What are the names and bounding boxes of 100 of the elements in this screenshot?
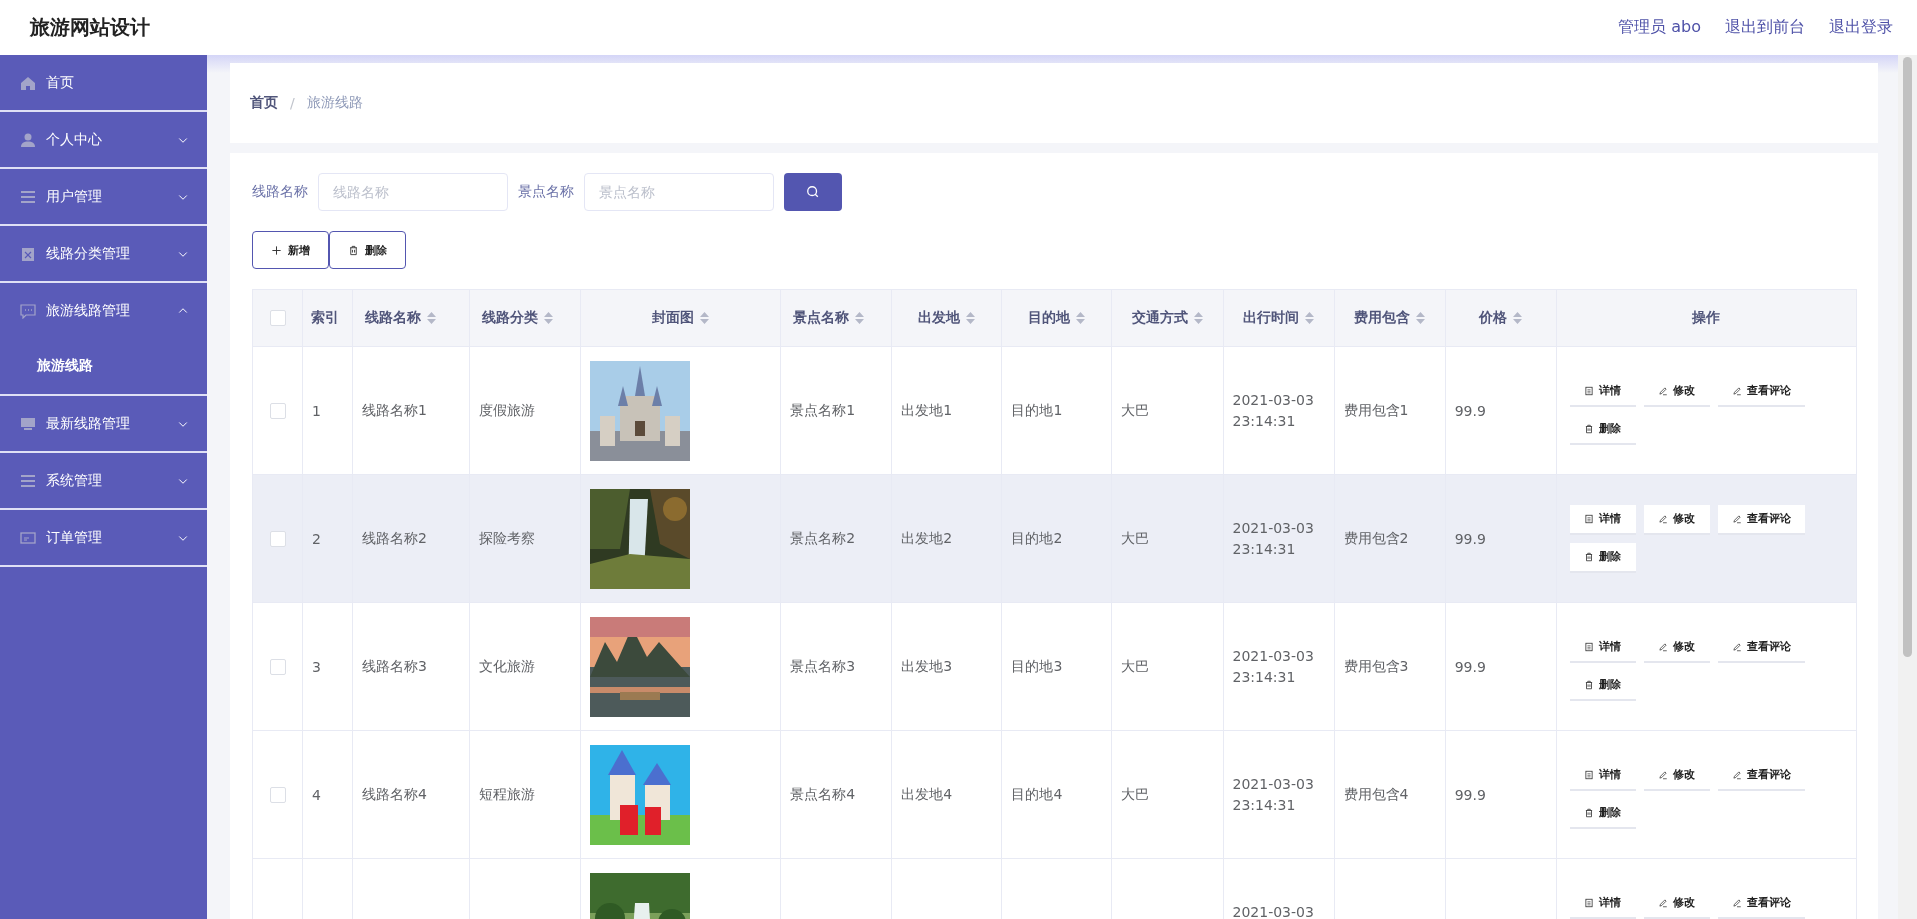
table-cell: 文化旅游 <box>479 657 536 674</box>
table-cell: 目的地3 <box>1011 657 1063 674</box>
table-cell: 费用包含3 <box>1343 657 1409 674</box>
trash-icon <box>1584 807 1595 818</box>
table-cell: 费用包含2 <box>1343 529 1409 546</box>
checkbox[interactable] <box>269 402 286 419</box>
table-cell: 大巴 <box>1121 785 1150 802</box>
chat-icon <box>20 302 36 319</box>
table-cell: 费用包含1 <box>1343 401 1409 418</box>
breadcrumb-separator: / <box>290 95 295 111</box>
table-cell: 线路名称2 <box>362 529 427 546</box>
trash-icon <box>1584 423 1595 434</box>
pencil-icon <box>1658 385 1669 396</box>
pencil-icon <box>1731 513 1742 524</box>
pencil-icon <box>1658 513 1669 524</box>
home-icon <box>20 74 36 91</box>
scrollbar[interactable] <box>1898 55 1917 919</box>
trash-icon <box>348 244 359 256</box>
time-text: 23:14:31 <box>1232 539 1297 559</box>
clipboard-icon <box>20 245 36 262</box>
action-button[interactable]: 删除 <box>1569 542 1636 573</box>
document-icon <box>1584 641 1595 652</box>
column-header: 线路分类 <box>482 309 539 327</box>
sort-icon[interactable] <box>544 312 554 324</box>
table-cell: 费用包含4 <box>1343 785 1409 802</box>
list-icon <box>20 188 36 205</box>
table-cell: 景点名称1 <box>790 401 856 418</box>
column-header: 目的地 <box>1028 309 1071 327</box>
action-button[interactable]: 修改 <box>1643 504 1710 535</box>
table-cell: 线路名称1 <box>362 401 427 418</box>
delete-button[interactable]: 删除 <box>329 231 406 269</box>
table-cell: 99.9 <box>1454 786 1486 803</box>
table-cell: 99.9 <box>1454 530 1486 547</box>
breadcrumb-link[interactable]: 首页 <box>250 94 278 112</box>
sort-icon[interactable] <box>1513 312 1523 324</box>
pencil-icon <box>1731 769 1742 780</box>
table-cell: 大巴 <box>1121 401 1150 418</box>
sort-icon[interactable] <box>1076 312 1086 324</box>
field-label: 线路名称 <box>252 183 308 201</box>
sort-icon[interactable] <box>1416 312 1426 324</box>
input-field[interactable]: 线路名称 <box>318 173 508 211</box>
checkbox[interactable] <box>269 530 286 547</box>
document-icon <box>1584 897 1595 908</box>
pencil-icon <box>1731 385 1742 396</box>
sidebar-item[interactable]: 旅游线路管理 <box>0 283 207 338</box>
table-cell: 短程旅游 <box>479 785 536 802</box>
column-header: 景点名称 <box>793 309 850 327</box>
pencil-icon <box>1658 769 1669 780</box>
user-icon <box>20 131 36 148</box>
sort-icon[interactable] <box>1305 312 1315 324</box>
document-icon <box>1584 385 1595 396</box>
list-icon <box>20 472 36 489</box>
checkbox[interactable] <box>269 310 286 326</box>
header-link[interactable]: 退出到前台 <box>1725 17 1805 38</box>
table-cell: 景点名称3 <box>790 657 856 674</box>
table-cell: 目的地2 <box>1011 529 1063 546</box>
column-header: 出发地 <box>918 309 961 327</box>
plus-icon <box>271 244 282 256</box>
document-icon <box>1584 769 1595 780</box>
table-cell: 景点名称4 <box>790 785 856 802</box>
add-button[interactable]: 新增 <box>252 231 329 269</box>
pencil-icon <box>1731 641 1742 652</box>
card-icon <box>20 529 36 546</box>
table-cell: 大巴 <box>1121 529 1150 546</box>
document-icon <box>1584 513 1595 524</box>
header-link[interactable]: 管理员 abo <box>1618 17 1701 38</box>
date-text: 2021-03-03 <box>1232 774 1315 794</box>
pencil-icon <box>1658 641 1669 652</box>
sidebar-subitem[interactable]: 旅游线路 <box>0 338 207 394</box>
table-cell: 99.9 <box>1454 658 1486 675</box>
time-text: 23:14:31 <box>1232 667 1297 687</box>
sort-icon[interactable] <box>1194 312 1203 324</box>
table-cell: 大巴 <box>1121 657 1150 674</box>
action-button[interactable]: 详情 <box>1569 504 1636 535</box>
input-field[interactable]: 景点名称 <box>584 173 774 211</box>
pencil-icon <box>1658 897 1669 908</box>
checkbox[interactable] <box>269 658 286 675</box>
search-button[interactable] <box>784 173 842 211</box>
pencil-icon <box>1731 897 1742 908</box>
table-cell: 出发地1 <box>901 401 953 418</box>
table-cell: 出发地4 <box>901 785 953 802</box>
header-link[interactable]: 退出登录 <box>1829 17 1893 38</box>
sort-icon[interactable] <box>427 312 437 324</box>
action-button[interactable]: 查看评论 <box>1717 504 1805 535</box>
table-cell: 目的地4 <box>1011 785 1063 802</box>
table-cell: 出发地3 <box>901 657 953 674</box>
time-text: 23:14:31 <box>1232 411 1297 431</box>
trash-icon <box>1584 679 1595 690</box>
site-title: 旅游网站设计 <box>30 14 150 41</box>
checkbox[interactable] <box>269 786 286 803</box>
sort-icon[interactable] <box>855 312 865 324</box>
trash-icon <box>1584 551 1595 562</box>
row-index: 2 <box>312 530 321 547</box>
column-header: 费用包含 <box>1354 309 1411 327</box>
sort-icon[interactable] <box>700 312 710 324</box>
table-cell: 景点名称2 <box>790 529 856 546</box>
time-text: 23:14:31 <box>1232 795 1297 815</box>
date-text: 2021-03-03 <box>1232 646 1315 666</box>
sort-icon[interactable] <box>966 312 976 324</box>
table-cell: 线路名称4 <box>362 785 427 802</box>
